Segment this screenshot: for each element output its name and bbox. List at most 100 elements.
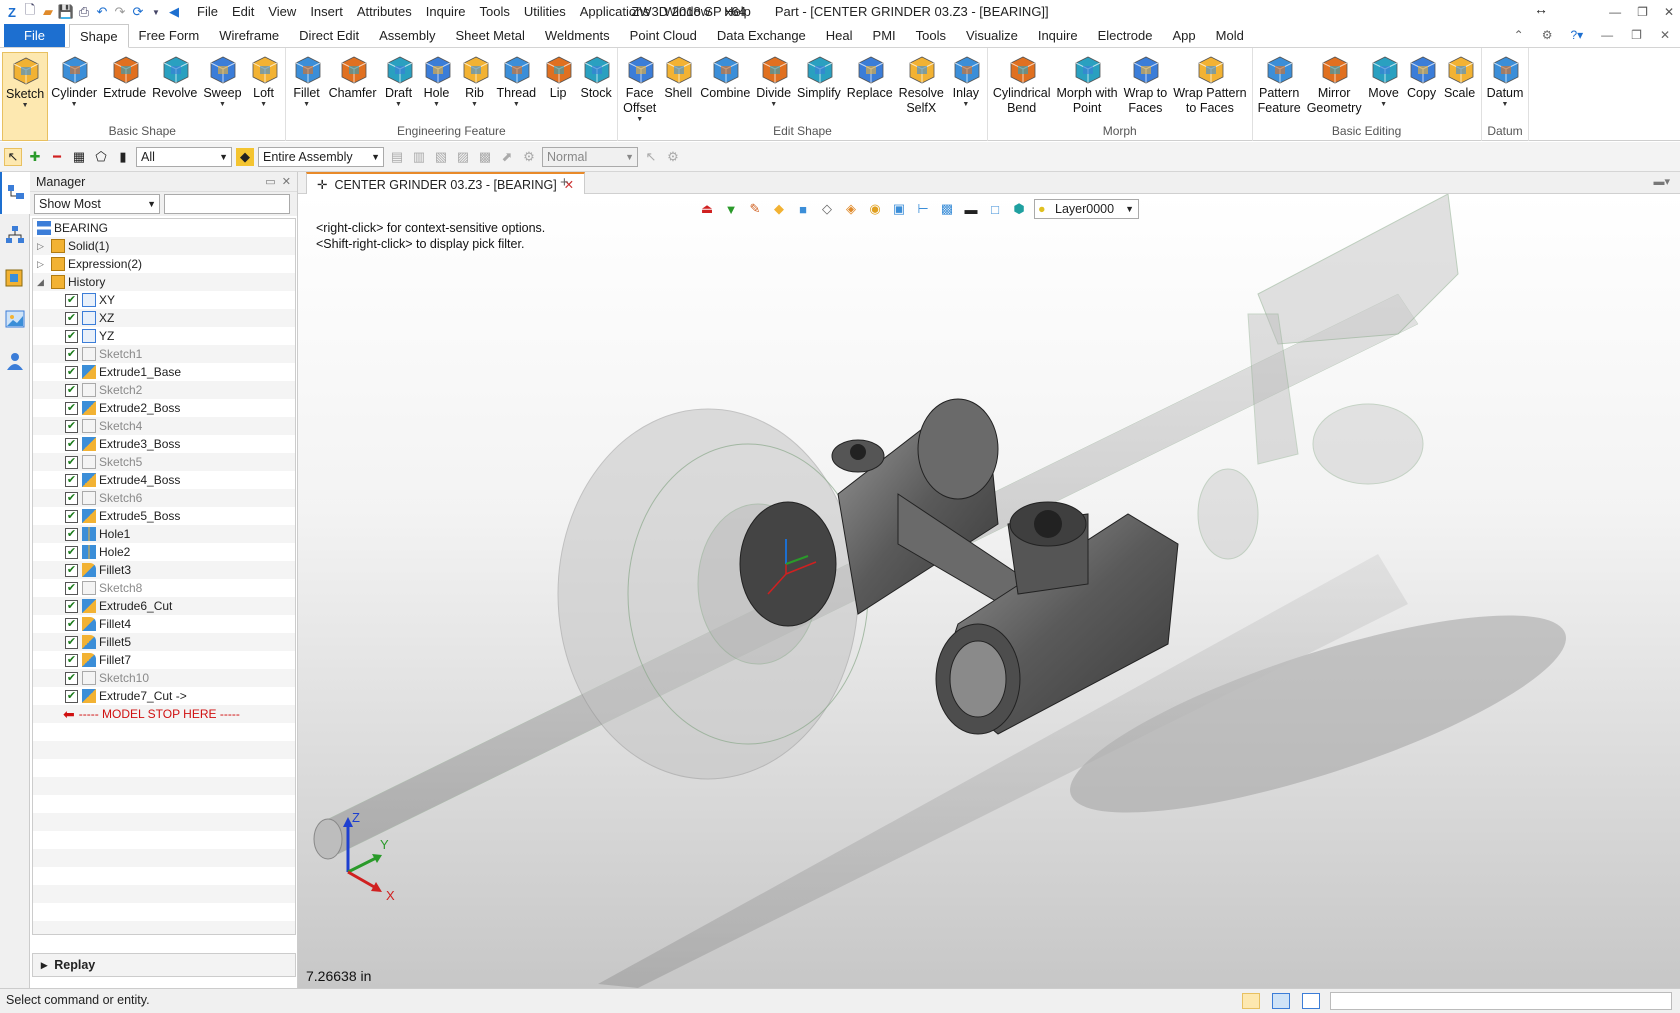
history-item[interactable]: ✔ Hole2	[33, 543, 295, 561]
back-arrow-icon[interactable]: ◀	[166, 4, 182, 20]
history-item[interactable]: ✔ YZ	[33, 327, 295, 345]
doc-close-icon[interactable]: ✕	[1660, 28, 1670, 42]
manager-close-icon[interactable]: ✕	[282, 176, 291, 188]
menu-inquire[interactable]: Inquire	[419, 0, 473, 24]
history-item[interactable]: ✔ XZ	[33, 309, 295, 327]
fit-icon[interactable]: ▣	[890, 200, 908, 218]
tab-tools[interactable]: Tools	[906, 24, 956, 47]
wireframe-cube-icon[interactable]: ◇	[818, 200, 836, 218]
open-file-icon[interactable]: ▰	[40, 4, 56, 20]
history-item[interactable]: ✔ Fillet5	[33, 633, 295, 651]
display-icon[interactable]: ▩	[938, 200, 956, 218]
tool-e-icon[interactable]: ▩	[476, 148, 494, 166]
menu-help[interactable]: Help	[717, 0, 758, 24]
tab-heal[interactable]: Heal	[816, 24, 863, 47]
tool-i-icon[interactable]: ⚙	[664, 148, 682, 166]
visibility-checkbox[interactable]: ✔	[65, 383, 78, 397]
scope-combo[interactable]: Entire Assembly ▼	[258, 146, 384, 167]
visibility-checkbox[interactable]: ✔	[65, 437, 78, 451]
settings-gear-icon[interactable]: ⚙	[1542, 28, 1553, 42]
model-render[interactable]	[298, 194, 1680, 988]
history-item[interactable]: ✔ Sketch1	[33, 345, 295, 363]
visibility-checkbox[interactable]: ✔	[65, 671, 78, 685]
tab-inquire[interactable]: Inquire	[1028, 24, 1088, 47]
tab-wireframe[interactable]: Wireframe	[209, 24, 289, 47]
menu-view[interactable]: View	[261, 0, 303, 24]
render-mode-icon[interactable]: ■	[794, 200, 812, 218]
graphics-viewport[interactable]: <right-click> for context-sensitive opti…	[298, 194, 1680, 988]
dropdown-arrow-icon[interactable]: ▼	[1502, 101, 1509, 109]
history-item[interactable]: ✔ Sketch6	[33, 489, 295, 507]
close-icon[interactable]: ✕	[1664, 0, 1674, 24]
visibility-checkbox[interactable]: ✔	[65, 347, 78, 361]
history-item[interactable]: ✔ Sketch2	[33, 381, 295, 399]
pin-icon[interactable]: ▭	[265, 176, 275, 188]
dropdown-arrow-icon[interactable]: ▼	[636, 116, 643, 124]
color-blue-icon[interactable]: □	[986, 200, 1004, 218]
history-item[interactable]: ✔ Sketch4	[33, 417, 295, 435]
dropdown-arrow-icon[interactable]: ▼	[22, 102, 29, 110]
dropdown-arrow-icon[interactable]: ▼	[260, 101, 267, 109]
help-icon[interactable]: ?▾	[1570, 28, 1583, 42]
doc-restore-icon[interactable]: ❐	[1631, 28, 1642, 42]
tab-point-cloud[interactable]: Point Cloud	[620, 24, 707, 47]
collapsed-arrow-icon[interactable]: ▷	[37, 237, 51, 255]
pick-select-icon[interactable]: ↖	[4, 147, 22, 166]
visibility-checkbox[interactable]: ✔	[65, 329, 78, 343]
visibility-checkbox[interactable]: ✔	[65, 599, 78, 613]
menu-edit[interactable]: Edit	[225, 0, 261, 24]
tab-direct-edit[interactable]: Direct Edit	[289, 24, 369, 47]
minimize-icon[interactable]: —	[1609, 0, 1621, 24]
tab-assembly[interactable]: Assembly	[369, 24, 445, 47]
dropdown-arrow-icon[interactable]: ▼	[303, 101, 310, 109]
tab-sheet-metal[interactable]: Sheet Metal	[446, 24, 535, 47]
show-filter-combo[interactable]: Show Most ▼	[34, 194, 160, 214]
tool-d-icon[interactable]: ▨	[454, 148, 472, 166]
tab-shape[interactable]: Shape	[68, 24, 129, 48]
tab-visualize[interactable]: Visualize	[956, 24, 1028, 47]
status-view-icon[interactable]	[1242, 993, 1260, 1009]
history-item[interactable]: ✔ Sketch5	[33, 453, 295, 471]
filter-icon[interactable]: ▮	[114, 148, 132, 166]
view-filter-icon[interactable]: ▼	[722, 200, 740, 218]
menu-attributes[interactable]: Attributes	[350, 0, 419, 24]
tab-free-form[interactable]: Free Form	[129, 24, 210, 47]
filter-combo[interactable]: All ▼	[136, 146, 232, 167]
visibility-checkbox[interactable]: ✔	[65, 617, 78, 631]
tab-weldments[interactable]: Weldments	[535, 24, 620, 47]
dropdown-arrow-icon[interactable]: ▼	[1380, 101, 1387, 109]
visibility-checkbox[interactable]: ✔	[65, 455, 78, 469]
visibility-checkbox[interactable]: ✔	[65, 653, 78, 667]
model-stop-marker[interactable]: ⬅ ----- MODEL STOP HERE -----	[33, 705, 295, 723]
tool-h-icon[interactable]: ↖	[642, 148, 660, 166]
visibility-checkbox[interactable]: ✔	[65, 527, 78, 541]
dropdown-arrow-icon[interactable]: ▼	[433, 101, 440, 109]
visibility-checkbox[interactable]: ✔	[65, 689, 78, 703]
menu-utilities[interactable]: Utilities	[517, 0, 573, 24]
mode-combo[interactable]: Normal ▼	[542, 146, 638, 167]
visibility-checkbox[interactable]: ✔	[65, 491, 78, 505]
document-tab[interactable]: ✛ CENTER GRINDER 03.Z3 - [BEARING] ✕	[306, 172, 586, 194]
history-item[interactable]: ✔ Extrude6_Cut	[33, 597, 295, 615]
tool-c-icon[interactable]: ▧	[432, 148, 450, 166]
tab-list-icon[interactable]: ▬▾	[1653, 175, 1670, 188]
history-item[interactable]: ✔ Extrude1_Base	[33, 363, 295, 381]
history-item[interactable]: ✔ Fillet7	[33, 651, 295, 669]
add-icon[interactable]: ✚	[26, 148, 44, 166]
dropdown-arrow-icon[interactable]: ▼	[471, 101, 478, 109]
tool-g-icon[interactable]: ⚙	[520, 148, 538, 166]
menu-tools[interactable]: Tools	[473, 0, 517, 24]
expanded-arrow-icon[interactable]: ◢	[37, 273, 51, 291]
dropdown-arrow-icon[interactable]: ▼	[513, 101, 520, 109]
menu-file[interactable]: File	[190, 0, 225, 24]
assembly-scope-icon[interactable]: ◆	[236, 147, 254, 166]
tool-b-icon[interactable]: ▥	[410, 148, 428, 166]
visibility-checkbox[interactable]: ✔	[65, 563, 78, 577]
history-manager-icon[interactable]	[0, 172, 30, 214]
tool-f-icon[interactable]: ⬈	[498, 148, 516, 166]
qa-dropdown-icon[interactable]: ▼	[148, 4, 164, 20]
doc-minimize-icon[interactable]: —	[1601, 28, 1613, 42]
regen-icon[interactable]: ⟳	[130, 4, 146, 20]
status-list-icon[interactable]	[1302, 993, 1320, 1009]
menu-applications[interactable]: Applications	[573, 0, 657, 24]
